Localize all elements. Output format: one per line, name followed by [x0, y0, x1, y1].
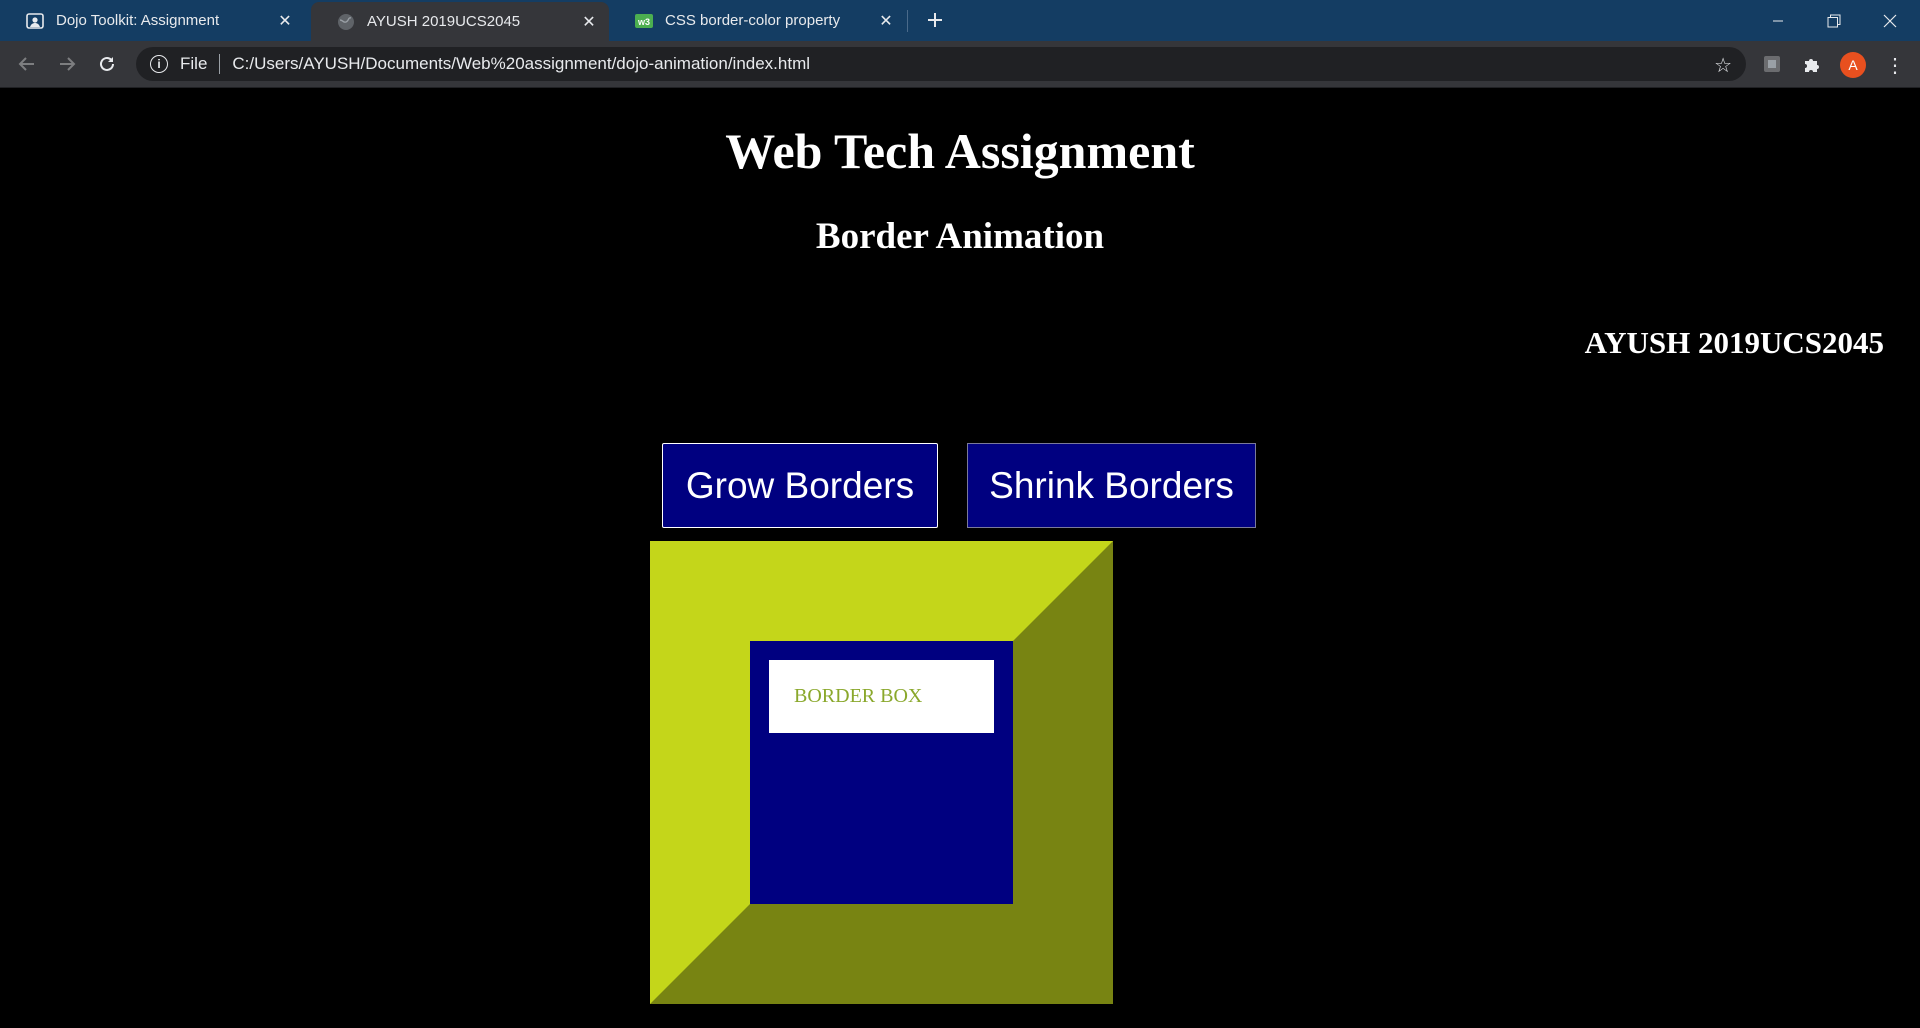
browser-toolbar: i File C:/Users/AYUSH/Documents/Web%20as… [0, 41, 1920, 88]
scheme-label: File [180, 54, 208, 73]
profile-avatar[interactable]: A [1840, 52, 1866, 78]
page-subtitle: Border Animation [815, 216, 1105, 257]
border-box-label: BORDER BOX [769, 660, 994, 733]
border-box: BORDER BOX [650, 541, 1113, 1004]
shrink-borders-button[interactable]: Shrink Borders [967, 443, 1256, 528]
address-separator [219, 54, 221, 74]
forward-button[interactable] [52, 49, 82, 79]
arrow-right-icon [60, 57, 76, 71]
tab-separator [907, 10, 908, 32]
tab-title: AYUSH 2019UCS2045 [367, 13, 521, 30]
puzzle-icon[interactable] [1801, 53, 1823, 75]
plus-icon [928, 13, 942, 27]
page-content: Web Tech Assignment Border Animation AYU… [0, 88, 1920, 1028]
close-window-button[interactable] [1862, 0, 1918, 41]
tab-dojo-toolkit[interactable]: Dojo Toolkit: Assignment ✕ [0, 0, 305, 41]
person-card-icon [26, 12, 44, 30]
globe-icon [337, 13, 355, 31]
restore-icon [1827, 14, 1841, 27]
tab-title: CSS border-color property [665, 12, 841, 29]
tab-ayush[interactable]: AYUSH 2019UCS2045 ✕ [311, 2, 609, 41]
author-label: AYUSH 2019UCS2045 [1584, 325, 1884, 360]
tab-css-border-color[interactable]: w3 CSS border-color property ✕ [609, 0, 906, 41]
new-tab-button[interactable] [921, 4, 949, 36]
more-menu-icon[interactable]: ⋮ [1885, 51, 1905, 79]
grow-borders-button[interactable]: Grow Borders [662, 443, 938, 528]
close-icon[interactable]: ✕ [275, 11, 295, 31]
w3schools-icon: w3 [635, 12, 653, 30]
close-icon[interactable]: ✕ [579, 12, 599, 32]
svg-text:w3: w3 [637, 17, 650, 27]
extension-square-icon[interactable] [1761, 53, 1783, 75]
close-icon [1883, 14, 1897, 27]
back-button[interactable] [12, 49, 42, 79]
reload-button[interactable] [92, 49, 122, 79]
url-text[interactable]: C:/Users/AYUSH/Documents/Web%20assignmen… [232, 54, 810, 74]
page-title: Web Tech Assignment [725, 123, 1195, 179]
reload-icon [100, 56, 114, 71]
restore-button[interactable] [1806, 0, 1862, 41]
arrow-left-icon [18, 57, 34, 71]
address-bar[interactable]: i File C:/Users/AYUSH/Documents/Web%20as… [136, 47, 1746, 81]
bookmark-star-icon[interactable]: ☆ [1714, 53, 1732, 78]
minimize-icon [1773, 20, 1783, 21]
tab-title: Dojo Toolkit: Assignment [56, 12, 220, 29]
info-icon[interactable]: i [150, 55, 168, 73]
minimize-button[interactable] [1750, 0, 1806, 41]
tab-strip: Dojo Toolkit: Assignment ✕ AYUSH 2019UCS… [0, 0, 1920, 41]
close-icon[interactable]: ✕ [876, 11, 896, 31]
